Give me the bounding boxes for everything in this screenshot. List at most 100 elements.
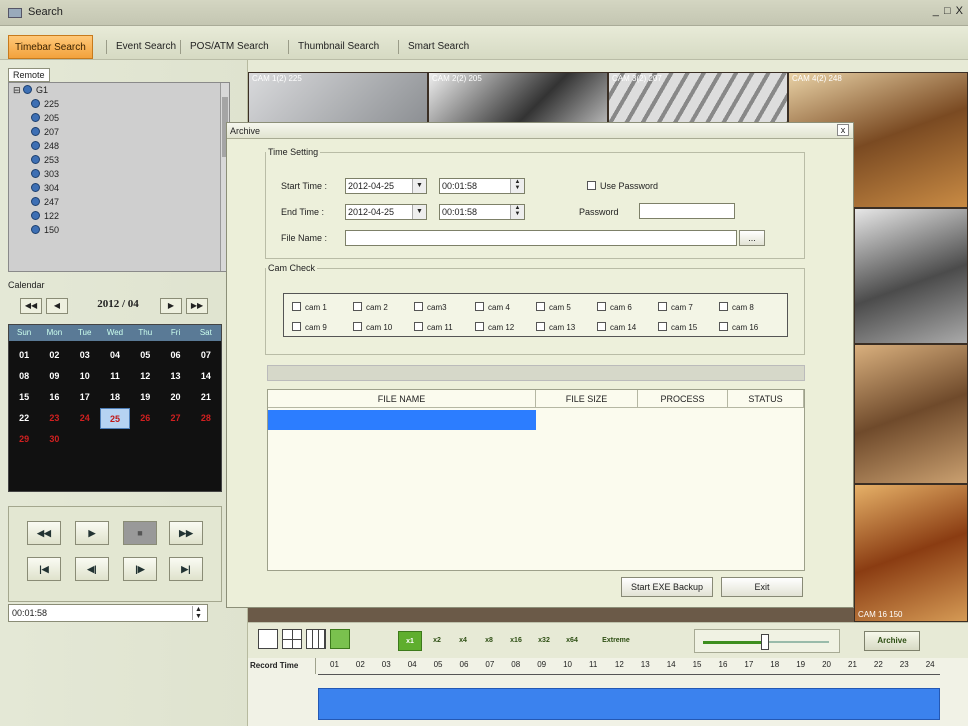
camera-tile[interactable] [854, 208, 968, 344]
tree-item[interactable]: 225 [9, 97, 229, 111]
speed-button[interactable]: x8 [478, 631, 500, 651]
tree-item[interactable]: 150 [9, 223, 229, 237]
layout-4x4-icon[interactable] [330, 629, 350, 649]
prev-year-button[interactable]: ◀◀ [20, 298, 42, 314]
use-password-checkbox[interactable] [587, 181, 596, 190]
cam-checkbox-option[interactable]: cam 15 [658, 322, 697, 332]
calendar-day[interactable]: 08 [9, 366, 39, 387]
calendar-day[interactable]: 24 [70, 408, 100, 429]
record-bar[interactable] [318, 688, 940, 720]
step-back-button[interactable]: ◀| [75, 557, 109, 581]
cam-checkbox-option[interactable]: cam 9 [292, 322, 327, 332]
calendar-day[interactable]: 06 [160, 345, 190, 366]
end-date-select[interactable]: 2012-04-25 ▼ [345, 204, 427, 220]
cam-checkbox-option[interactable]: cam 4 [475, 302, 510, 312]
calendar-day[interactable]: 01 [9, 345, 39, 366]
chevron-down-icon[interactable]: ▼ [412, 179, 426, 193]
use-password-option[interactable]: Use Password [587, 181, 658, 191]
fast-forward-button[interactable]: ▶▶ [169, 521, 203, 545]
cam-checkbox-option[interactable]: cam 16 [719, 322, 758, 332]
column-status[interactable]: STATUS [728, 390, 804, 408]
calendar-day[interactable]: 04 [100, 345, 130, 366]
cam-checkbox[interactable] [536, 322, 545, 331]
calendar-day[interactable]: 27 [160, 408, 190, 429]
slider-handle[interactable] [761, 634, 769, 650]
cam-checkbox[interactable] [353, 322, 362, 331]
camera-tree[interactable]: ⊟ G1 225 205 207 248 253 303 304 247 122… [8, 82, 230, 272]
calendar-day[interactable]: 02 [39, 345, 69, 366]
speed-button[interactable]: x4 [452, 631, 474, 651]
cam-checkbox[interactable] [292, 322, 301, 331]
cam-checkbox[interactable] [475, 302, 484, 311]
spinner-icon[interactable]: ▲ ▼ [510, 179, 524, 193]
camera-tile[interactable]: CAM 16 150 [854, 484, 968, 622]
cam-checkbox[interactable] [414, 322, 423, 331]
step-forward-button[interactable]: |▶ [123, 557, 157, 581]
calendar-day[interactable]: 25 [99, 408, 131, 429]
start-exe-backup-button[interactable]: Start EXE Backup [621, 577, 713, 597]
calendar-day[interactable]: 23 [39, 408, 69, 429]
tree-item[interactable]: 303 [9, 167, 229, 181]
cam-checkbox-option[interactable]: cam 7 [658, 302, 693, 312]
cam-checkbox-option[interactable]: cam 12 [475, 322, 514, 332]
layout-2x2-icon[interactable] [282, 629, 302, 649]
calendar-day[interactable]: 03 [70, 345, 100, 366]
calendar-day[interactable]: 20 [160, 387, 190, 408]
layout-1x1-icon[interactable] [258, 629, 278, 649]
file-name-field[interactable] [345, 230, 737, 246]
end-time-spinner[interactable]: 00:01:58 ▲ ▼ [439, 204, 525, 220]
speed-button[interactable]: x16 [504, 631, 528, 651]
go-end-button[interactable]: ▶| [169, 557, 203, 581]
cam-checkbox-option[interactable]: cam 8 [719, 302, 754, 312]
fast-rewind-button[interactable]: ◀◀ [27, 521, 61, 545]
chevron-down-icon[interactable]: ▼ [412, 205, 426, 219]
calendar-day[interactable]: 22 [9, 408, 39, 429]
calendar-day[interactable]: 14 [191, 366, 221, 387]
calendar-day[interactable]: 30 [39, 429, 69, 450]
cam-checkbox[interactable] [414, 302, 423, 311]
cam-checkbox-option[interactable]: cam 5 [536, 302, 571, 312]
time-input[interactable]: 00:01:58 [8, 604, 208, 622]
column-file-name[interactable]: FILE NAME [268, 390, 536, 408]
calendar-day[interactable]: 21 [191, 387, 221, 408]
speed-button[interactable]: x64 [560, 631, 584, 651]
tree-item[interactable]: 122 [9, 209, 229, 223]
cam-checkbox-option[interactable]: cam 14 [597, 322, 636, 332]
calendar-day[interactable]: 07 [191, 345, 221, 366]
camera-tile[interactable] [854, 344, 968, 484]
cam-checkbox-option[interactable]: cam 2 [353, 302, 388, 312]
cam-checkbox[interactable] [719, 302, 728, 311]
calendar-day[interactable]: 28 [191, 408, 221, 429]
calendar-day[interactable]: 05 [130, 345, 160, 366]
spinner-icon[interactable]: ▲ ▼ [510, 205, 524, 219]
cam-checkbox-option[interactable]: cam3 [414, 302, 447, 312]
time-spinner[interactable]: ▲ ▼ [192, 606, 204, 620]
tab-event-search[interactable]: Event Search [110, 35, 182, 59]
tab-timebar-search[interactable]: Timebar Search [8, 35, 93, 59]
exit-button[interactable]: Exit [721, 577, 803, 597]
browse-button[interactable]: ... [739, 230, 765, 246]
calendar-day[interactable]: 19 [130, 387, 160, 408]
calendar-day[interactable]: 15 [9, 387, 39, 408]
camera-tile[interactable]: CAM 1(2) 225 [248, 72, 428, 128]
cam-checkbox[interactable] [597, 322, 606, 331]
table-row[interactable] [268, 410, 536, 430]
speed-slider[interactable] [694, 629, 840, 653]
calendar-day[interactable]: 12 [130, 366, 160, 387]
go-start-button[interactable]: |◀ [27, 557, 61, 581]
tree-item[interactable]: 304 [9, 181, 229, 195]
column-process[interactable]: PROCESS [638, 390, 728, 408]
column-file-size[interactable]: FILE SIZE [536, 390, 638, 408]
cam-checkbox[interactable] [475, 322, 484, 331]
speed-button[interactable]: Extreme [590, 631, 642, 651]
camera-tile[interactable]: CAM 3(2) 207 [608, 72, 788, 128]
layout-3x3-icon[interactable] [306, 629, 326, 649]
cam-checkbox-option[interactable]: cam 13 [536, 322, 575, 332]
calendar-day[interactable]: 26 [130, 408, 160, 429]
window-controls[interactable]: _ □ X [933, 5, 964, 17]
next-year-button[interactable]: ▶▶ [186, 298, 208, 314]
camera-tile[interactable]: CAM 2(2) 205 [428, 72, 608, 128]
tree-item[interactable]: 207 [9, 125, 229, 139]
speed-button[interactable]: x2 [426, 631, 448, 651]
calendar-day[interactable]: 10 [70, 366, 100, 387]
